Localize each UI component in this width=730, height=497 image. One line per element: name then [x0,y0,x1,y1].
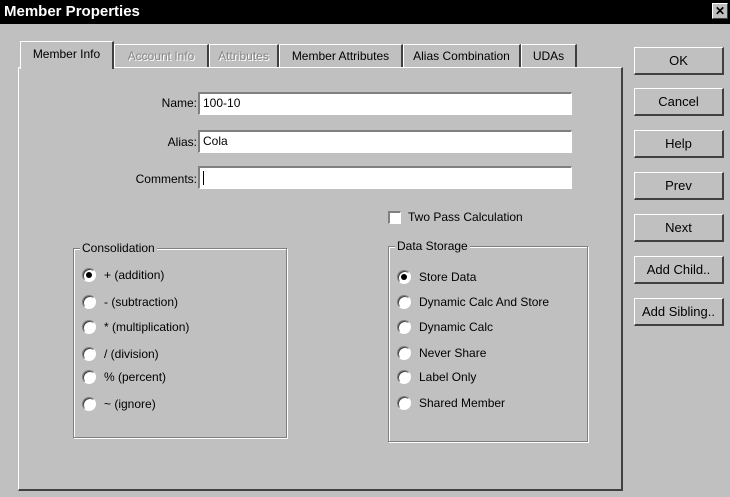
tab-udas[interactable]: UDAs [521,44,577,67]
prev-button[interactable]: Prev [634,172,724,200]
radio-button [82,319,96,334]
radio-button [82,267,96,282]
tab-label: Account Info [127,49,195,63]
radio-label: - (subtraction) [104,294,179,309]
button-label: Help [665,136,692,151]
radio-button [397,369,411,384]
button-label: Prev [665,178,692,193]
tab-label: Alias Combination [413,49,510,63]
name-field[interactable]: 100-10 [198,92,572,115]
consolidation-legend: Consolidation [80,241,157,255]
radio-shared-member[interactable]: Shared Member [397,395,505,410]
radio-button [397,269,411,284]
radio-ignore[interactable]: ~ (ignore) [82,396,156,411]
alias-label: Alias: [167,135,197,149]
comments-label: Comments: [135,172,197,186]
button-label: OK [669,53,688,68]
radio-button [82,346,96,361]
radio-multiplication[interactable]: * (multiplication) [82,319,189,334]
button-label: Next [665,220,692,235]
radio-button [82,396,96,411]
next-button[interactable]: Next [634,214,724,242]
two-pass-checkbox[interactable] [388,211,401,224]
radio-label: ~ (ignore) [104,396,156,411]
add-sibling-button[interactable]: Add Sibling.. [634,298,724,326]
radio-never-share[interactable]: Never Share [397,345,486,360]
radio-percent[interactable]: % (percent) [82,369,166,384]
help-button[interactable]: Help [634,130,724,158]
text-caret [203,170,204,185]
radio-button [397,345,411,360]
radio-button [82,294,96,309]
window-title: Member Properties [4,3,140,20]
close-icon: ✕ [714,4,726,18]
radio-button [397,319,411,334]
consolidation-group: Consolidation + (addition) - (subtractio… [73,241,287,438]
radio-label: / (division) [104,346,159,361]
radio-label-only[interactable]: Label Only [397,369,476,384]
radio-label: Store Data [419,269,477,284]
member-info-panel: Name: 100-10 Alias: Cola Comments: Two P… [18,67,623,491]
tab-alias-combination[interactable]: Alias Combination [403,44,521,67]
radio-division[interactable]: / (division) [82,346,159,361]
radio-label: + (addition) [104,267,165,282]
radio-label: * (multiplication) [104,319,190,334]
ok-button[interactable]: OK [634,47,724,75]
tab-account-info: Account Info [114,44,209,67]
tab-label: Attributes [218,49,269,63]
tab-label: Member Attributes [291,49,390,63]
add-child-button[interactable]: Add Child.. [634,256,724,284]
alias-value: Cola [203,134,228,148]
name-label: Name: [161,96,197,110]
name-value: 100-10 [203,96,241,110]
radio-button [397,395,411,410]
radio-label: Label Only [419,369,477,384]
tab-label: Member Info [32,47,101,61]
alias-field[interactable]: Cola [198,130,572,153]
button-label: Cancel [658,94,699,109]
button-label: Add Child.. [646,262,711,277]
tab-member-attributes[interactable]: Member Attributes [279,44,403,67]
comments-field[interactable] [198,166,572,189]
radio-label: % (percent) [104,369,167,384]
radio-button [82,369,96,384]
button-label: Add Sibling.. [642,304,715,319]
radio-label: Shared Member [419,395,506,410]
radio-store-data[interactable]: Store Data [397,269,476,284]
two-pass-label: Two Pass Calculation [408,210,523,224]
radio-dynamic-calc-and-store[interactable]: Dynamic Calc And Store [397,294,549,309]
tab-member-info[interactable]: Member Info [20,41,114,69]
cancel-button[interactable]: Cancel [634,88,724,116]
close-button[interactable]: ✕ [712,3,728,19]
data-storage-legend: Data Storage [395,239,470,253]
tab-label: UDAs [532,49,565,63]
radio-dynamic-calc[interactable]: Dynamic Calc [397,319,493,334]
radio-addition[interactable]: + (addition) [82,267,164,282]
radio-label: Dynamic Calc [419,319,494,334]
title-bar: Member Properties ✕ [0,0,730,24]
tab-attributes: Attributes [209,44,279,67]
data-storage-group: Data Storage Store Data Dynamic Calc And… [388,239,588,442]
radio-button [397,294,411,309]
radio-subtraction[interactable]: - (subtraction) [82,294,178,309]
radio-label: Never Share [419,345,487,360]
radio-label: Dynamic Calc And Store [419,294,550,309]
